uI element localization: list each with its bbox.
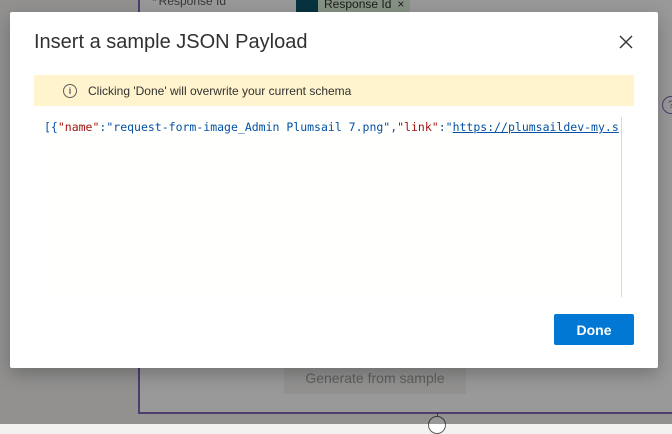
close-icon [619,35,633,49]
sample-payload-dialog: Insert a sample JSON Payload i Clicking … [10,12,658,368]
json-value-name: "request-form-image_Admin Plumsail 7.png… [106,120,391,134]
editor-line: [{"name": "request-form-image_Admin Plums… [44,119,619,135]
info-icon: i [63,83,77,98]
json-payload-editor[interactable]: [{"name": "request-form-image_Admin Plums… [42,117,622,297]
json-open-bracket: [{ [44,120,58,134]
done-button[interactable]: Done [554,314,634,345]
json-key-name: "name" [57,120,100,134]
json-colon: : [438,120,446,134]
dialog-title: Insert a sample JSON Payload [34,31,308,53]
json-value-link-quote: " [445,120,453,134]
json-key-link: "link" [397,120,439,134]
json-value-link[interactable]: https://plumsaildev-my.s [453,120,619,134]
warning-message-bar: i Clicking 'Done' will overwrite your cu… [34,75,634,106]
warning-text: Clicking 'Done' will overwrite your curr… [88,83,352,98]
close-button[interactable] [614,30,638,54]
